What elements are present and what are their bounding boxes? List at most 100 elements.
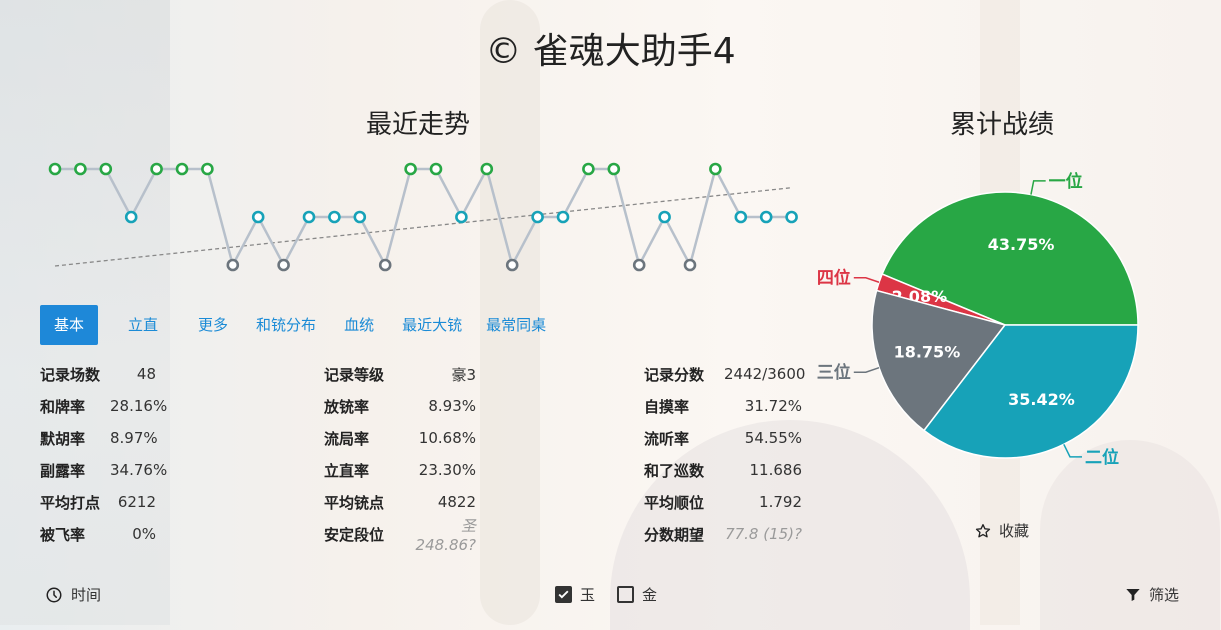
stat-label: 默胡率 — [40, 429, 86, 448]
rank-point[interactable] — [226, 258, 240, 272]
checkbox-unchecked-icon — [617, 586, 634, 603]
rank-point[interactable] — [632, 258, 646, 272]
tab-basic[interactable]: 基本 — [40, 305, 99, 345]
stat-row: 平均铳点 4822 — [324, 486, 476, 518]
pie-category-label: 三位 — [817, 362, 851, 383]
gold-room-checkbox[interactable]: 金 — [617, 584, 657, 605]
rank-point[interactable] — [429, 162, 443, 176]
stats-column-1: 记录场数 48 和牌率 28.16% 默胡率 8.97% 副露率 34.76% 平均打点 6212… — [40, 358, 168, 550]
stat-value: 1.792 — [759, 493, 802, 511]
rank-point[interactable] — [556, 210, 570, 224]
stat-label: 安定段位 — [324, 525, 385, 544]
rank-point[interactable] — [531, 210, 544, 224]
rank-point[interactable] — [683, 258, 697, 272]
stat-row: 分数期望 77.8 (15)? — [644, 518, 802, 550]
rank-point[interactable] — [607, 162, 621, 176]
stat-value: 0% — [132, 525, 156, 543]
pie-category-label: 一位 — [1049, 171, 1083, 192]
stat-label: 平均打点 — [40, 493, 101, 512]
stat-value: 48 — [136, 365, 156, 383]
rank-point[interactable] — [658, 210, 671, 224]
rank-point[interactable] — [480, 162, 494, 176]
stat-label: 记录场数 — [40, 365, 101, 384]
pie-category-label: 四位 — [817, 268, 851, 289]
pie-percent-label: 43.75% — [988, 235, 1055, 254]
trend-title: 最近走势 — [366, 110, 471, 140]
stat-value: 4822 — [437, 493, 476, 511]
stat-value: 23.30% — [418, 461, 476, 479]
rank-point[interactable] — [353, 210, 367, 224]
stat-row: 安定段位 圣248.86? — [324, 517, 476, 554]
stat-value: 6212 — [117, 493, 156, 511]
rank-point[interactable] — [124, 210, 138, 224]
stat-label: 立直率 — [324, 461, 370, 480]
rank-point[interactable] — [709, 162, 722, 176]
jade-label: 玉 — [580, 586, 596, 604]
stat-row: 平均顺位 1.792 — [644, 486, 802, 518]
stat-value: 圣248.86? — [415, 516, 476, 554]
pie-leader-line — [1063, 443, 1083, 458]
average-trend-line — [54, 187, 792, 267]
rank-point[interactable] — [328, 210, 341, 224]
rank-point[interactable] — [150, 162, 163, 176]
stat-value: 11.686 — [749, 461, 803, 479]
stat-row: 流听率 54.55% — [644, 422, 802, 454]
stat-value: 31.72% — [744, 397, 802, 415]
stat-row: 默胡率 8.97% — [40, 422, 158, 454]
time-button[interactable]: 时间 — [45, 584, 101, 605]
tab-lineage[interactable]: 血统 — [330, 305, 388, 345]
tab-win-deal-distribution[interactable]: 和铳分布 — [242, 305, 330, 345]
stat-label: 记录分数 — [644, 365, 705, 384]
tab-recent-big-deal-in[interactable]: 最近大铳 — [388, 305, 476, 345]
pie-percent-label: 18.75% — [894, 342, 961, 361]
stat-label: 流听率 — [644, 429, 690, 448]
tab-riichi[interactable]: 立直 — [114, 305, 172, 345]
cumulative-pie-chart: 43.75%一位2.08%四位18.75%三位35.42%二位 — [817, 171, 1139, 468]
rank-point[interactable] — [582, 162, 595, 176]
rank-point[interactable] — [201, 162, 214, 176]
tab-frequent-tablemates[interactable]: 最常同桌 — [476, 305, 560, 345]
rank-point[interactable] — [251, 210, 265, 224]
gold-label: 金 — [642, 586, 658, 604]
rank-point[interactable] — [48, 162, 62, 176]
rank-point[interactable] — [99, 162, 113, 176]
favorite-button[interactable]: 收藏 — [975, 520, 1029, 541]
stat-value: 28.16% — [110, 397, 168, 415]
rank-point[interactable] — [734, 210, 748, 224]
favorite-label: 收藏 — [999, 522, 1030, 540]
stat-value: 2442/3600 — [724, 365, 806, 383]
rank-point[interactable] — [74, 162, 87, 176]
rank-point[interactable] — [404, 162, 417, 176]
stat-label: 和牌率 — [40, 397, 86, 416]
rank-point[interactable] — [302, 210, 316, 224]
tab-more[interactable]: 更多 — [184, 305, 242, 345]
rank-point[interactable] — [175, 162, 189, 176]
stat-row: 副露率 34.76% — [40, 454, 168, 486]
filter-button[interactable]: 筛选 — [1125, 584, 1179, 605]
rank-point[interactable] — [455, 210, 468, 224]
rank-point[interactable] — [378, 258, 392, 272]
stat-label: 放铳率 — [324, 397, 370, 416]
pie-leader-line — [853, 276, 880, 283]
stat-value: 34.76% — [110, 461, 168, 479]
star-icon — [975, 523, 991, 537]
rank-point[interactable] — [277, 258, 290, 272]
stat-value: 豪3 — [451, 365, 476, 384]
filter-label: 筛选 — [1149, 586, 1180, 604]
rank-point[interactable] — [505, 258, 519, 272]
stat-value: 8.97% — [110, 429, 158, 447]
stat-row: 立直率 23.30% — [324, 454, 476, 486]
stat-row: 和牌率 28.16% — [40, 390, 168, 422]
stat-label: 自摸率 — [644, 397, 690, 416]
pie-category-label: 二位 — [1085, 447, 1119, 468]
filter-icon — [1126, 588, 1140, 601]
rank-point[interactable] — [759, 210, 773, 224]
stats-column-3: 记录分数 2442/3600 自摸率 31.72% 流听率 54.55% 和了巡数 11.68… — [644, 358, 806, 550]
rank-point[interactable] — [785, 210, 798, 224]
jade-room-checkbox[interactable]: 玉 — [555, 584, 595, 605]
stat-label: 分数期望 — [644, 525, 705, 544]
stat-row: 放铳率 8.93% — [324, 390, 476, 422]
time-label: 时间 — [71, 586, 102, 604]
stat-value: 77.8 (15)? — [725, 525, 802, 543]
stat-label: 和了巡数 — [644, 461, 705, 480]
